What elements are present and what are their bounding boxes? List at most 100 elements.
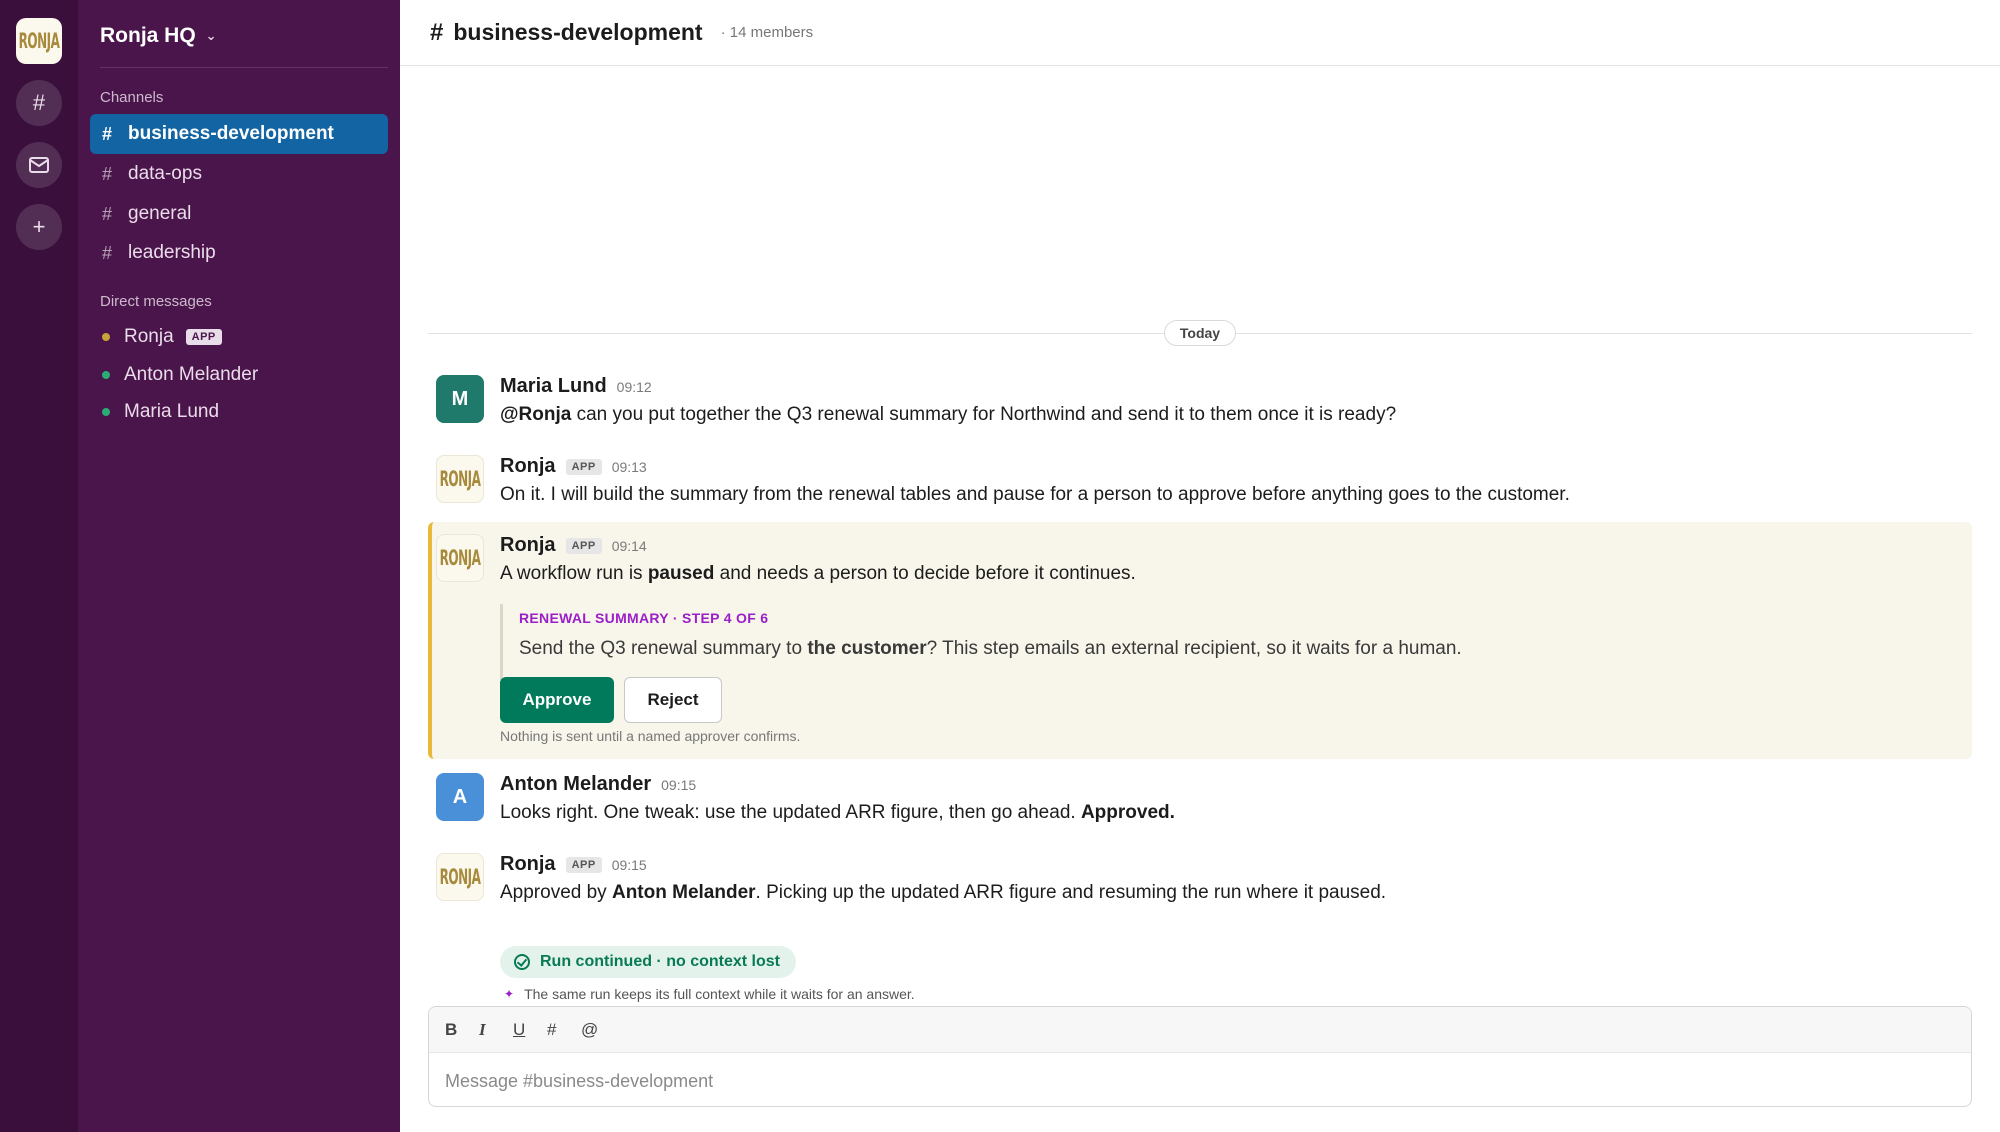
member-count[interactable]: · 14 members	[721, 24, 814, 41]
message-composer[interactable]: B I U # @ Message #business-development	[428, 1006, 1972, 1107]
message: A Anton Melander 09:15 Looks right. One …	[428, 768, 1972, 838]
approval-note: Nothing is sent until a named approver c…	[500, 728, 801, 744]
timestamp[interactable]: 09:12	[617, 379, 652, 395]
dm-label: Ronja	[124, 326, 174, 347]
message-text: A workflow run is paused and needs a per…	[500, 563, 1136, 585]
approve-button[interactable]: Approve	[500, 677, 614, 723]
status-text: Run continued · no context lost	[540, 953, 780, 970]
dm-label: Anton Melander	[124, 364, 259, 385]
message: M Maria Lund 09:12 @Ronja can you put to…	[428, 370, 1972, 440]
timestamp[interactable]: 09:15	[661, 777, 696, 793]
bold-button[interactable]: B	[445, 1020, 479, 1040]
sidebar: Ronja HQ ⌄ Channels # business-developme…	[78, 0, 400, 1132]
text-part: and needs a person to decide before it c…	[714, 563, 1136, 584]
workspace-name: Ronja HQ	[100, 24, 196, 47]
logo-text: RONJA	[439, 545, 481, 571]
hash-icon: #	[430, 18, 444, 46]
app-badge: APP	[185, 329, 222, 345]
day-divider[interactable]: Today	[1164, 320, 1236, 346]
sidebar-channel-business-development[interactable]: # business-development	[90, 114, 388, 154]
presence-dot	[102, 371, 110, 379]
hint-text: The same run keeps its full context whil…	[524, 986, 915, 1002]
channels-icon[interactable]: #	[16, 80, 62, 126]
channels-heading: Channels	[100, 89, 164, 106]
workspace-switcher[interactable]: Ronja HQ ⌄	[100, 22, 217, 50]
avatar[interactable]: RONJA	[436, 534, 484, 582]
step-quote: RENEWAL SUMMARY · STEP 4 OF 6 Send the Q…	[500, 604, 1462, 680]
author-name[interactable]: Ronja	[500, 455, 556, 478]
presence-dot	[102, 333, 110, 341]
sidebar-dm-maria-lund[interactable]: Maria Lund	[102, 397, 219, 427]
dms-heading: Direct messages	[100, 293, 212, 310]
add-icon[interactable]: +	[16, 204, 62, 250]
author-name[interactable]: Ronja	[500, 853, 556, 876]
text-part: A workflow run is	[500, 563, 648, 584]
mention[interactable]: @Ronja	[500, 404, 571, 425]
avatar[interactable]: RONJA	[436, 455, 484, 503]
avatar[interactable]: RONJA	[436, 853, 484, 901]
logo-text: RONJA	[439, 864, 481, 890]
mention-button[interactable]: @	[581, 1020, 615, 1040]
channel-view: # business-development · 14 members Toda…	[400, 0, 2000, 1132]
reject-button[interactable]: Reject	[624, 677, 722, 723]
text-emphasis: Approved.	[1080, 802, 1175, 823]
sidebar-dm-ronja[interactable]: Ronja APP	[102, 322, 222, 352]
hash-icon: #	[102, 242, 113, 263]
sparkle-icon: ✦	[504, 987, 515, 1001]
italic-button[interactable]: I	[479, 1020, 513, 1040]
sidebar-divider	[100, 67, 388, 68]
message: RONJA Ronja APP 09:13 On it. I will buil…	[428, 452, 1972, 518]
sidebar-channel-general[interactable]: # general	[90, 194, 388, 234]
author-name[interactable]: Anton Melander	[500, 773, 651, 796]
message-text: @Ronja can you put together the Q3 renew…	[500, 404, 1396, 426]
step-question: Send the Q3 renewal summary to the custo…	[519, 638, 1462, 660]
message-meta: Ronja APP 09:13	[500, 455, 647, 478]
text-emphasis: paused	[647, 563, 715, 584]
hash-icon: #	[102, 203, 113, 224]
text-part: Looks right. One tweak: use the updated …	[500, 802, 1081, 823]
presence-dot	[102, 408, 110, 416]
logo-text: RONJA	[18, 28, 60, 54]
check-circle-icon	[514, 954, 530, 970]
app-badge: APP	[565, 537, 602, 554]
timestamp[interactable]: 09:13	[612, 459, 647, 475]
chevron-down-icon: ⌄	[205, 28, 217, 43]
message-meta: Ronja APP 09:14	[500, 534, 647, 557]
avatar[interactable]: M	[436, 375, 484, 423]
channel-label: business-development	[128, 123, 334, 144]
timestamp[interactable]: 09:14	[612, 538, 647, 554]
hash-icon: #	[102, 123, 113, 144]
sidebar-dm-anton-melander[interactable]: Anton Melander	[102, 360, 258, 390]
format-toolbar: B I U # @	[429, 1007, 1971, 1053]
hash-icon: #	[102, 163, 113, 184]
text-part: . Picking up the updated ARR figure and …	[755, 882, 1387, 903]
app-badge: APP	[565, 458, 602, 475]
channel-label: data-ops	[128, 163, 202, 184]
step-label: RENEWAL SUMMARY · STEP 4 OF 6	[519, 610, 769, 626]
author-name[interactable]: Ronja	[500, 534, 556, 557]
workspace-logo[interactable]: RONJA	[16, 18, 62, 64]
channel-label: leadership	[128, 242, 216, 263]
text-part: ? This step emails an external recipient…	[926, 638, 1462, 659]
message: RONJA Ronja APP 09:15 Approved by Anton …	[428, 850, 1972, 1002]
channel-header: # business-development · 14 members	[400, 0, 2000, 66]
author-name[interactable]: Maria Lund	[500, 375, 607, 398]
sidebar-channel-data-ops[interactable]: # data-ops	[90, 154, 388, 194]
message-input[interactable]: Message #business-development	[429, 1053, 1971, 1106]
message-text: Looks right. One tweak: use the updated …	[500, 802, 1175, 824]
avatar[interactable]: A	[436, 773, 484, 821]
dm-label: Maria Lund	[124, 401, 220, 422]
timestamp[interactable]: 09:15	[612, 857, 647, 873]
approval-request: RONJA Ronja APP 09:14 A workflow run is …	[428, 522, 1972, 759]
channel-label: general	[128, 203, 192, 224]
channel-link-button[interactable]: #	[547, 1020, 581, 1040]
run-status-pill: Run continued · no context lost	[500, 946, 796, 978]
underline-button[interactable]: U	[513, 1020, 547, 1040]
channel-title[interactable]: business-development	[453, 19, 702, 46]
app-badge: APP	[565, 856, 602, 873]
inbox-icon[interactable]	[16, 142, 62, 188]
message-text: On it. I will build the summary from the…	[500, 484, 1570, 505]
context-hint: ✦ The same run keeps its full context wh…	[504, 986, 915, 1002]
sidebar-channel-leadership[interactable]: # leadership	[90, 233, 388, 273]
text-part: Send the Q3 renewal summary to	[519, 638, 808, 659]
